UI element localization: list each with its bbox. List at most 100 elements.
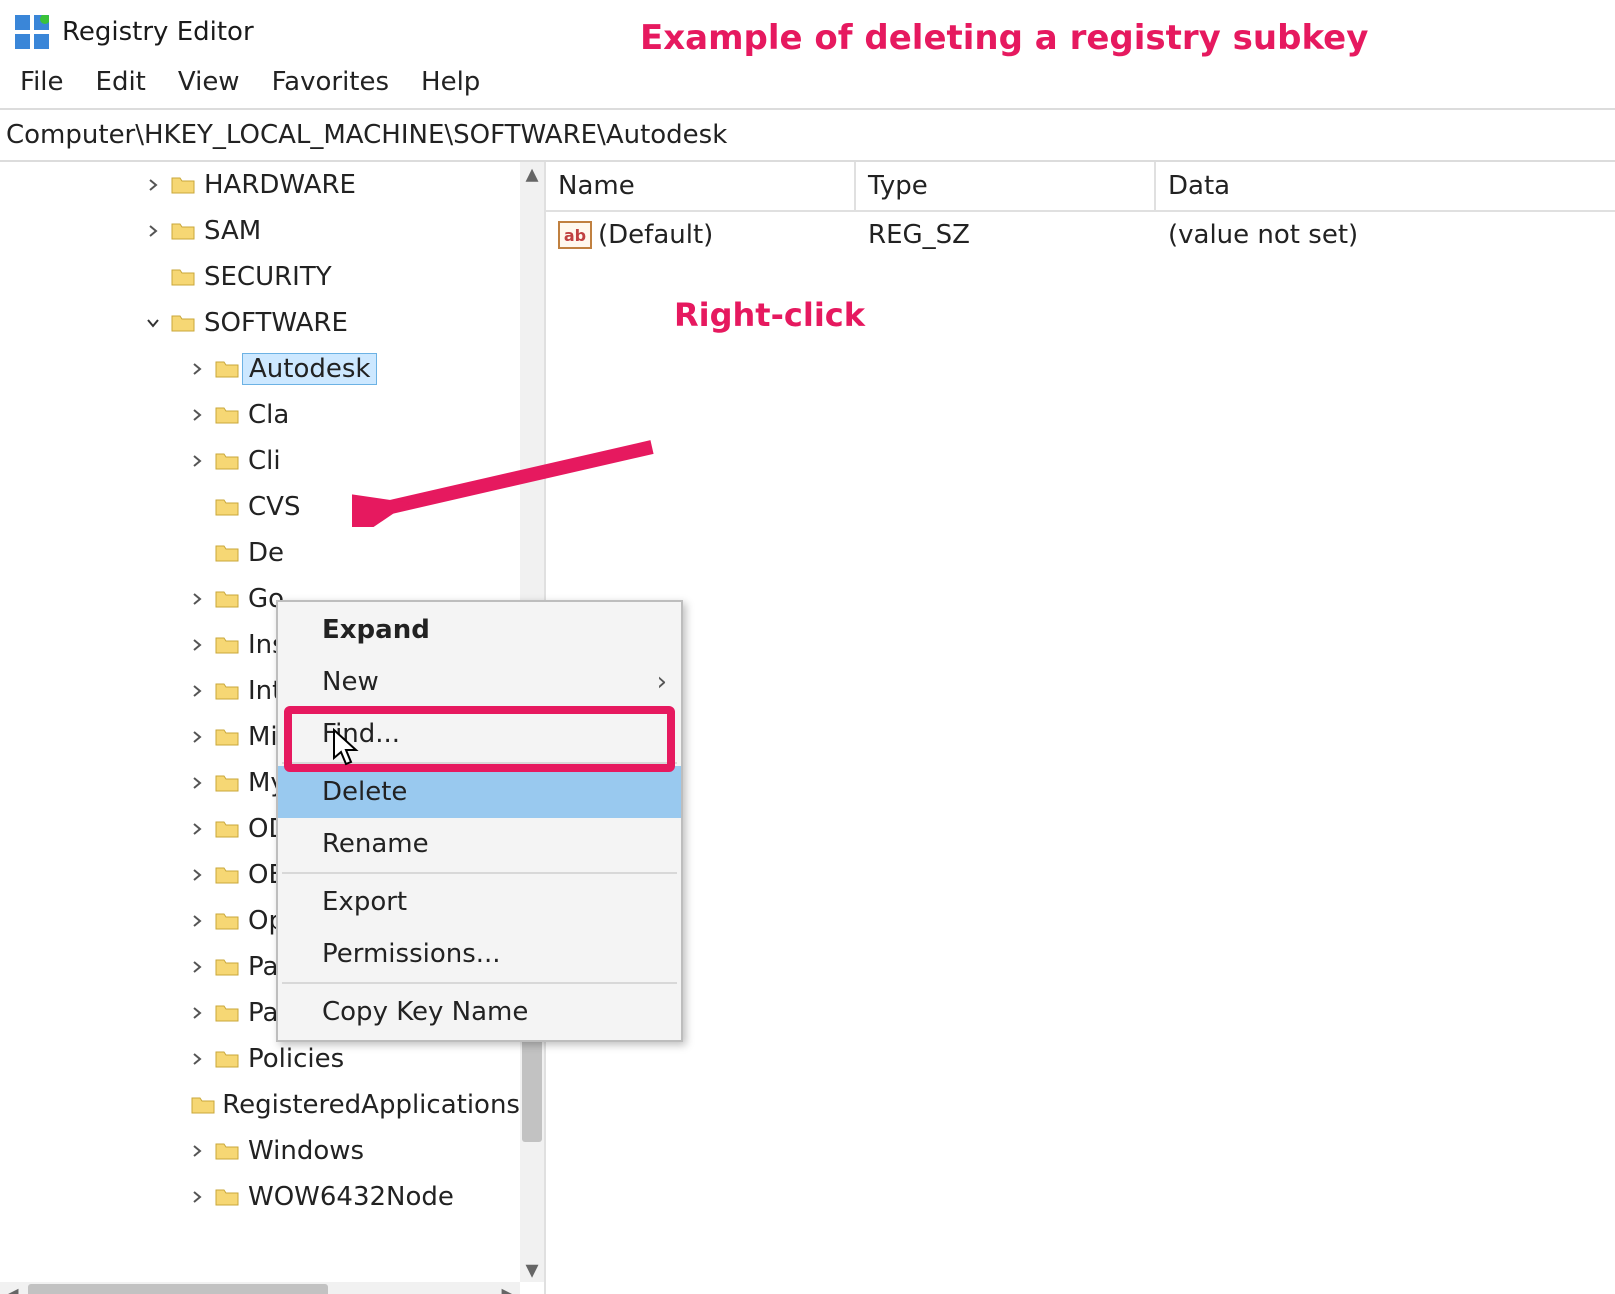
context-permissions[interactable]: Permissions... [278,928,681,980]
tree-item[interactable]: Autodesk [0,346,520,392]
app-icon [12,12,52,52]
tree-item[interactable]: Windows [0,1128,520,1174]
chevron-right-icon[interactable] [182,868,212,882]
folder-icon [212,451,242,471]
folder-icon [212,1003,242,1023]
context-rename[interactable]: Rename [278,818,681,870]
separator [282,762,677,764]
tree-item-label: RegisteredApplications [216,1090,520,1120]
registry-editor-window: Registry Editor File Edit View Favorites… [0,0,1615,1294]
tree-item-label: Cla [242,400,289,430]
tree-item-label: HARDWARE [198,170,356,200]
chevron-right-icon: › [657,667,667,697]
app-title: Registry Editor [62,17,254,47]
folder-icon [212,497,242,517]
folder-icon [189,1095,216,1115]
menu-edit[interactable]: Edit [80,63,162,101]
chevron-right-icon[interactable] [182,776,212,790]
context-delete[interactable]: Delete [278,766,681,818]
context-find[interactable]: Find... [278,708,681,760]
chevron-right-icon[interactable] [182,960,212,974]
values-list: Name Type Data ab (Default) REG_SZ (valu… [546,162,1615,1294]
tree-item-label: SAM [198,216,261,246]
folder-icon [212,405,242,425]
separator [282,982,677,984]
chevron-right-icon[interactable] [182,822,212,836]
tree-item[interactable]: Policies [0,1036,520,1082]
chevron-right-icon[interactable] [182,1144,212,1158]
tree-item-label: De [242,538,284,568]
folder-icon [212,681,242,701]
menu-bar: File Edit View Favorites Help [0,60,1615,110]
menu-file[interactable]: File [4,63,80,101]
context-new[interactable]: New › [278,656,681,708]
folder-icon [212,727,242,747]
address-bar[interactable]: Computer\HKEY_LOCAL_MACHINE\SOFTWARE\Aut… [0,110,1615,162]
value-name: (Default) [598,220,713,250]
context-new-label: New [322,667,379,697]
tree-item[interactable]: HARDWARE [0,162,520,208]
chevron-right-icon[interactable] [182,408,212,422]
list-header: Name Type Data [546,162,1615,212]
scroll-thumb[interactable] [28,1284,328,1294]
tree-item-label: Cli [242,446,281,476]
chevron-right-icon[interactable] [182,684,212,698]
list-body: ab (Default) REG_SZ (value not set) [546,212,1615,258]
chevron-right-icon[interactable] [182,1006,212,1020]
context-export[interactable]: Export [278,876,681,928]
separator [282,872,677,874]
folder-icon [212,819,242,839]
column-name[interactable]: Name [546,162,856,210]
scroll-left-icon[interactable]: ◂ [0,1282,24,1294]
scroll-right-icon[interactable]: ▸ [496,1282,520,1294]
folder-icon [212,957,242,977]
tree-item-label: Windows [242,1136,364,1166]
tree-item[interactable]: SECURITY [0,254,520,300]
context-expand[interactable]: Expand [278,604,681,656]
tree-item[interactable]: CVS [0,484,520,530]
chevron-right-icon[interactable] [182,730,212,744]
folder-icon [212,1141,242,1161]
chevron-right-icon[interactable] [182,1052,212,1066]
folder-icon [212,773,242,793]
menu-view[interactable]: View [162,63,256,101]
menu-favorites[interactable]: Favorites [256,63,405,101]
context-copy-key-name[interactable]: Copy Key Name [278,986,681,1038]
tree-item[interactable]: RegisteredApplications [0,1082,520,1128]
chevron-down-icon[interactable] [138,316,168,330]
tree-item[interactable]: Cla [0,392,520,438]
folder-icon [212,911,242,931]
tree-item-label: Policies [242,1044,344,1074]
tree-item[interactable]: SOFTWARE [0,300,520,346]
chevron-right-icon[interactable] [182,362,212,376]
title-bar: Registry Editor [0,0,1615,60]
value-type-cell: REG_SZ [856,220,1156,250]
folder-icon [212,543,242,563]
column-data[interactable]: Data [1156,162,1615,210]
tree-item[interactable]: De [0,530,520,576]
value-row[interactable]: ab (Default) REG_SZ (value not set) [546,212,1615,258]
tree-item[interactable]: Cli [0,438,520,484]
column-type[interactable]: Type [856,162,1156,210]
chevron-right-icon[interactable] [182,592,212,606]
scroll-down-icon[interactable]: ▾ [520,1258,544,1282]
folder-icon [212,1187,242,1207]
menu-help[interactable]: Help [405,63,496,101]
tree-item[interactable]: SAM [0,208,520,254]
tree-horizontal-scrollbar[interactable]: ◂ ▸ [0,1282,520,1294]
folder-icon [168,221,198,241]
chevron-right-icon[interactable] [138,224,168,238]
chevron-right-icon[interactable] [182,454,212,468]
string-value-icon: ab [558,221,592,249]
folder-icon [212,1049,242,1069]
tree-item-label: CVS [242,492,300,522]
scroll-up-icon[interactable]: ▴ [520,162,544,186]
tree-item[interactable]: WOW6432Node [0,1174,520,1220]
tree-item-label: SOFTWARE [198,308,348,338]
chevron-right-icon[interactable] [182,638,212,652]
context-menu: Expand New › Find... Delete Rename Expor… [276,600,683,1042]
chevron-right-icon[interactable] [138,178,168,192]
chevron-right-icon[interactable] [182,1190,212,1204]
chevron-right-icon[interactable] [182,914,212,928]
folder-icon [168,267,198,287]
